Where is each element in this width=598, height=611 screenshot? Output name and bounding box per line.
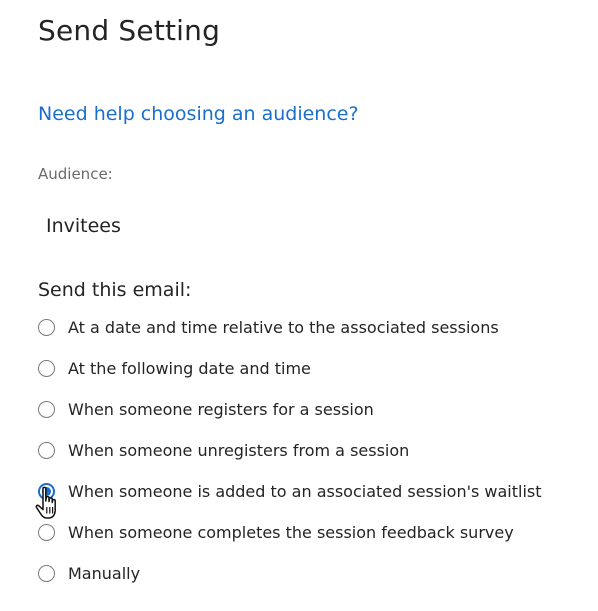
option-label: At a date and time relative to the assoc… [68,318,499,337]
radio-button[interactable] [38,524,55,541]
send-this-email-label: Send this email: [38,279,192,301]
send-option-relative-to-sessions[interactable]: At a date and time relative to the assoc… [38,317,598,358]
radio-button[interactable] [38,442,55,459]
option-label: When someone completes the session feedb… [68,523,514,542]
option-label: When someone unregisters from a session [68,441,410,460]
audience-label: Audience: [38,165,113,183]
option-label: When someone registers for a session [68,400,374,419]
send-options-radio-group: At a date and time relative to the assoc… [38,317,598,604]
option-label: At the following date and time [68,359,311,378]
option-label: Manually [68,564,141,583]
send-option-feedback-survey[interactable]: When someone completes the session feedb… [38,522,598,563]
option-label: When someone is added to an associated s… [68,482,542,501]
page-title: Send Setting [38,14,221,47]
send-option-waitlist[interactable]: When someone is added to an associated s… [38,481,598,522]
radio-button[interactable] [38,360,55,377]
radio-button[interactable] [38,401,55,418]
send-option-manually[interactable]: Manually [38,563,598,604]
audience-value: Invitees [46,215,121,237]
send-option-registers[interactable]: When someone registers for a session [38,399,598,440]
send-setting-panel: Send Setting Need help choosing an audie… [0,0,598,611]
radio-button[interactable] [38,565,55,582]
radio-button[interactable] [38,319,55,336]
help-choosing-audience-link[interactable]: Need help choosing an audience? [38,103,359,125]
send-option-unregisters[interactable]: When someone unregisters from a session [38,440,598,481]
send-option-following-date-time[interactable]: At the following date and time [38,358,598,399]
radio-button[interactable] [38,483,55,500]
